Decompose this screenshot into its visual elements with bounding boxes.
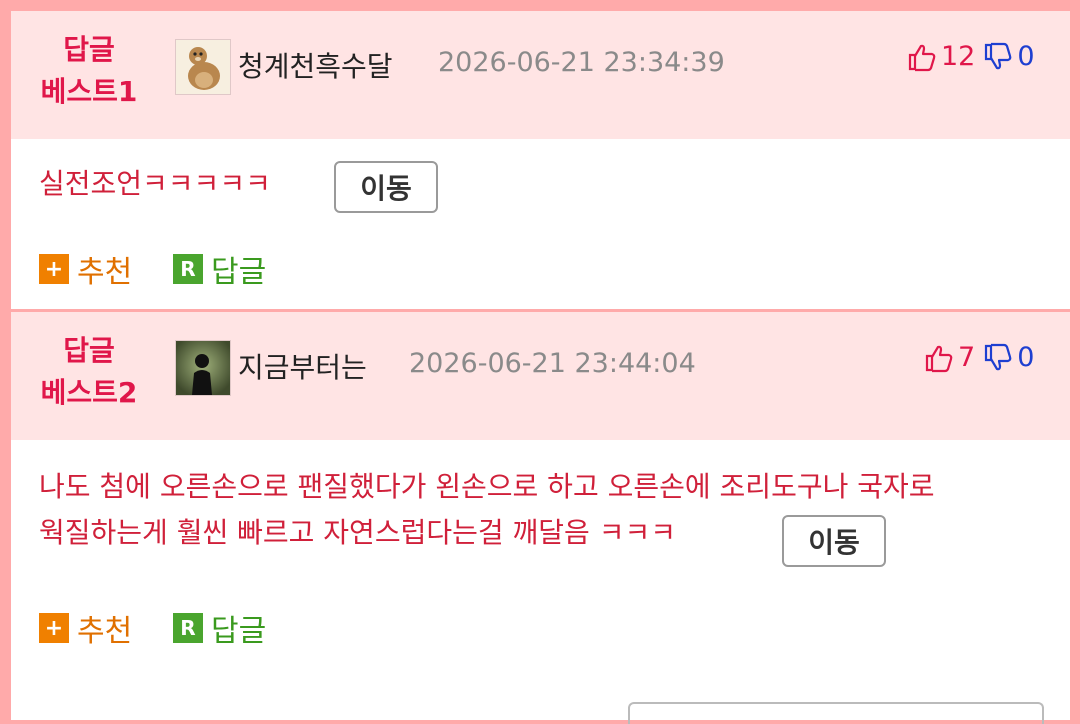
- partial-input-box[interactable]: [628, 702, 1044, 724]
- reply-label: 답글: [211, 255, 267, 290]
- reply-header: 답글 베스트1 청계천흑수달 2026-06-21 23:34:39 12 0: [11, 11, 1070, 139]
- thumbs-up-icon[interactable]: [924, 343, 954, 373]
- reply-body: 나도 첨에 오른손으로 팬질했다가 왼손으로 하고 오른손에 조리도구나 국자로…: [11, 440, 1070, 724]
- plus-icon: +: [39, 613, 69, 643]
- move-button[interactable]: 이동: [334, 161, 438, 213]
- timestamp: 2026-06-21 23:34:39: [438, 47, 725, 78]
- comment-line: 나도 첨에 오른손으로 팬질했다가 왼손으로 하고 오른손에 조리도구나 국자로: [39, 470, 935, 503]
- timestamp: 2026-06-21 23:44:04: [409, 348, 696, 379]
- plus-icon: +: [39, 254, 69, 284]
- best-label-line1: 답글: [63, 33, 115, 66]
- reply-button[interactable]: R 답글: [173, 606, 266, 650]
- vote-box: 12 0: [907, 41, 1035, 72]
- recommend-button[interactable]: + 추천: [39, 606, 132, 650]
- reply-header: 답글 베스트2 지금부터는 2026-06-21 23:44:04 7 0: [11, 312, 1070, 440]
- best-label-line1: 답글: [63, 334, 115, 367]
- vote-box: 7 0: [924, 342, 1034, 373]
- reply-icon: R: [173, 613, 203, 643]
- otter-avatar[interactable]: [175, 39, 231, 95]
- otter-icon: [176, 40, 230, 94]
- upvote-count: 7: [958, 342, 976, 373]
- thumbs-up-icon[interactable]: [907, 42, 937, 72]
- upvote-count: 12: [941, 41, 976, 72]
- best-label-line2: 베스트2: [40, 376, 138, 409]
- figure-icon: [176, 341, 230, 395]
- comment-line: 실전조언ㅋㅋㅋㅋㅋ: [39, 167, 271, 200]
- thumbs-down-icon[interactable]: [983, 343, 1013, 373]
- comment-text: 실전조언ㅋㅋㅋㅋㅋ: [39, 161, 271, 207]
- recommend-label: 추천: [77, 614, 133, 649]
- best-badge: 답글 베스트2: [29, 330, 149, 414]
- best-label-line2: 베스트1: [40, 75, 138, 108]
- username[interactable]: 지금부터는: [238, 346, 367, 386]
- username[interactable]: 청계천흑수달: [238, 45, 393, 85]
- reply-body: 실전조언ㅋㅋㅋㅋㅋ 이동 + 추천 R 답글: [11, 139, 1070, 309]
- reply-button[interactable]: R 답글: [173, 247, 266, 291]
- reply-icon: R: [173, 254, 203, 284]
- reply-label: 답글: [211, 614, 267, 649]
- move-button[interactable]: 이동: [782, 515, 886, 567]
- best-badge: 답글 베스트1: [29, 29, 149, 113]
- downvote-count: 0: [1017, 41, 1035, 72]
- thumbs-down-icon[interactable]: [983, 42, 1013, 72]
- recommend-label: 추천: [77, 255, 133, 290]
- comment-list: 답글 베스트1 청계천흑수달 2026-06-21 23:34:39 12 0 …: [11, 11, 1070, 724]
- downvote-count: 0: [1017, 342, 1035, 373]
- recommend-button[interactable]: + 추천: [39, 247, 132, 291]
- dark-figure-avatar[interactable]: [175, 340, 231, 396]
